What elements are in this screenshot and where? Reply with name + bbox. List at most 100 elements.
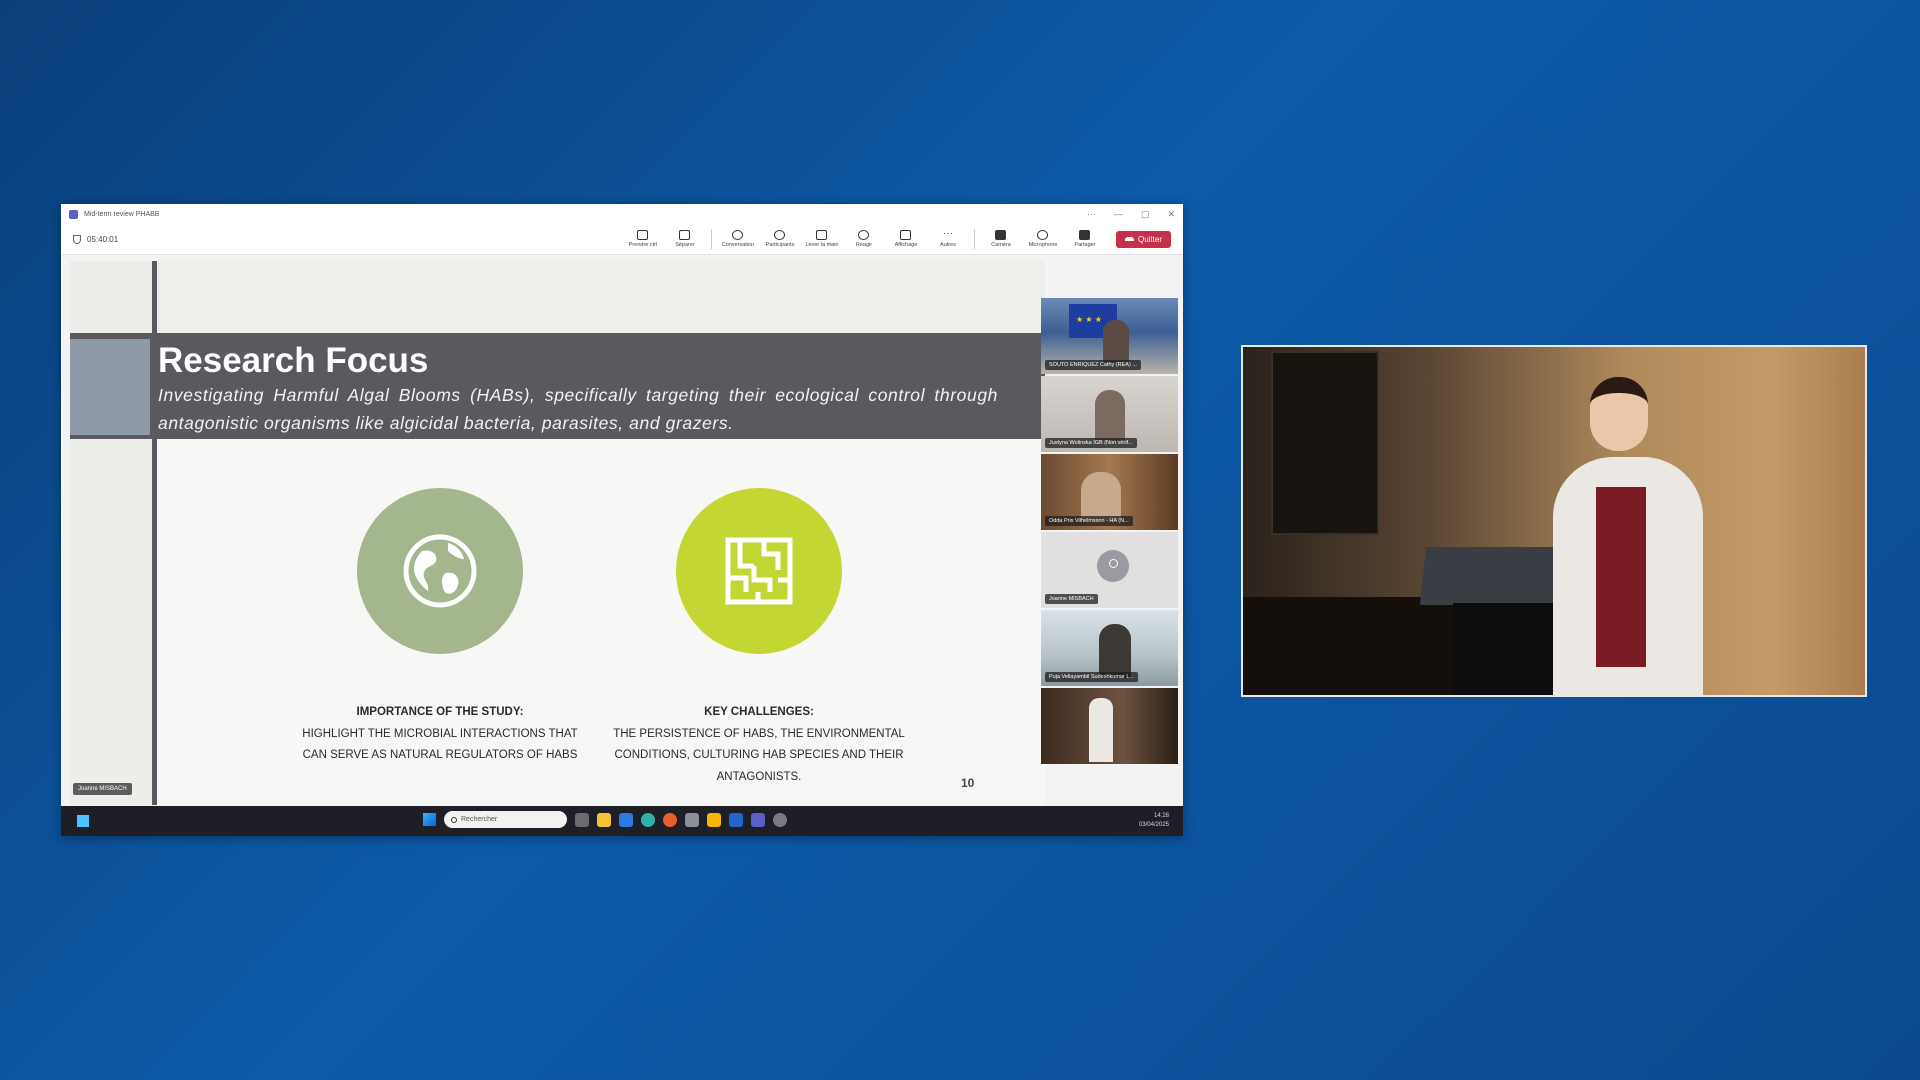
file-explorer-icon[interactable] [597, 812, 611, 827]
slide-top-area [157, 261, 1045, 333]
more-button[interactable]: ··· Autres [929, 225, 967, 253]
challenges-section: KEY CHALLENGES: THE PERSISTENCE OF HABS,… [609, 702, 909, 788]
participant-tile[interactable]: Justyna Wolinska IGB (Non vérif... [1041, 376, 1178, 452]
tool-label: Caméra [991, 242, 1011, 248]
chat-button[interactable]: Conversation [719, 225, 757, 253]
firefox-icon[interactable] [663, 812, 677, 827]
clock-date: 03/04/2025 [1138, 822, 1169, 828]
speaker-head [1590, 377, 1648, 451]
participants-button[interactable]: Participants [761, 225, 799, 253]
camera-icon [995, 230, 1007, 240]
tool-label: Partager [1074, 242, 1096, 248]
importance-body: HIGHLIGHT THE MICROBIAL INTERACTIONS THA… [302, 727, 578, 762]
search-placeholder: Rechercher [461, 816, 498, 823]
participant-video [1095, 390, 1125, 440]
participant-name: Joanne MISBACH [1045, 594, 1098, 604]
maze-icon [725, 537, 793, 605]
participant-tile[interactable] [1041, 688, 1178, 764]
band-accent-square [70, 339, 150, 435]
camera-button[interactable]: Caméra [982, 225, 1020, 253]
more-icon: ··· [942, 228, 953, 239]
system-clock[interactable]: 14:28 03/04/2025 [1139, 812, 1169, 830]
participant-tile[interactable]: SOUTO ENRIQUEZ Cathy (REA) ... [1041, 298, 1178, 374]
view-button[interactable]: Affichage [887, 225, 925, 253]
toolbar-divider [973, 229, 975, 249]
settings-icon[interactable] [773, 812, 787, 827]
task-view-icon[interactable] [575, 812, 589, 827]
person-icon [1108, 558, 1118, 568]
participant-video [1099, 624, 1131, 678]
search-icon [451, 816, 457, 823]
taskbar-apps: Rechercher [423, 811, 787, 828]
participant-name: SOUTO ENRIQUEZ Cathy (REA) ... [1045, 360, 1141, 370]
toolbar-divider [710, 229, 712, 249]
timer-value: 05:40:01 [87, 234, 119, 244]
teams-meeting-window: Mid-term review PHABB ··· — ▢ ✕ 05:40:01… [61, 204, 1183, 836]
clock-time: 14:28 [1153, 813, 1169, 819]
outlook-icon[interactable] [729, 812, 743, 827]
speaker-shirt [1596, 487, 1646, 667]
chat-icon [732, 230, 744, 240]
windows-taskbar: Rechercher 14:28 03/04/2025 [61, 806, 1183, 836]
window-more-button[interactable]: ··· [1087, 209, 1096, 220]
window-controls: ··· — ▢ ✕ [1087, 209, 1175, 220]
tool-label: Affichage [894, 242, 918, 248]
camera-app-icon[interactable] [685, 812, 699, 827]
widgets-icon[interactable] [77, 815, 89, 827]
security-icon[interactable] [619, 812, 633, 827]
teams-logo-icon [69, 209, 78, 219]
microphone-icon [1037, 230, 1049, 240]
avatar [1097, 550, 1129, 582]
globe-icon [403, 534, 477, 608]
meeting-timer: 05:40:01 [73, 234, 119, 244]
people-icon [774, 230, 786, 240]
participant-video [1103, 320, 1129, 362]
shared-slide: Research Focus Investigating Harmful Alg… [70, 261, 1045, 805]
slide-page-number: 10 [961, 776, 975, 790]
tool-label: Participants [765, 242, 795, 248]
globe-circle [357, 488, 523, 654]
maximize-button[interactable]: ▢ [1141, 209, 1150, 220]
minimize-button[interactable]: — [1114, 209, 1123, 220]
teams-icon[interactable] [751, 812, 765, 827]
participant-video [1089, 698, 1113, 762]
raise-hand-icon [816, 230, 828, 240]
meeting-controls-bar: 05:40:01 Prendre ctrl Séparer Conversati… [61, 224, 1183, 255]
meeting-toolbar: Prendre ctrl Séparer Conversation Partic… [624, 225, 1171, 253]
edge-browser-icon[interactable] [641, 812, 655, 827]
close-button[interactable]: ✕ [1167, 209, 1175, 220]
participant-tile[interactable]: Odda Prix Vilhelmsson - HA (N... [1041, 454, 1178, 530]
taskbar-search[interactable]: Rechercher [444, 811, 567, 828]
presenter-name-tag: Joanne MISBACH [73, 783, 132, 795]
react-icon [858, 230, 870, 240]
importance-section: IMPORTANCE OF THE STUDY: HIGHLIGHT THE M… [290, 702, 590, 767]
raise-hand-button[interactable]: Lever la main [803, 225, 841, 253]
tool-label: Séparer [675, 242, 695, 248]
leave-label: Quitter [1137, 234, 1162, 244]
participant-name: Puja Vellayambil Sudeshkumar L... [1045, 672, 1138, 682]
tool-label: Prendre ctrl [628, 242, 658, 248]
participant-gallery: SOUTO ENRIQUEZ Cathy (REA) ... Justyna W… [1041, 298, 1179, 766]
view-icon [900, 230, 912, 240]
tool-label: Conversation [721, 242, 755, 248]
start-menu-icon[interactable] [423, 813, 436, 826]
participant-tile[interactable]: Joanne MISBACH [1041, 532, 1178, 608]
microphone-button[interactable]: Microphone [1024, 225, 1062, 253]
share-button[interactable]: Partager [1066, 225, 1104, 253]
tool-label: Autres [940, 242, 956, 248]
challenges-body: THE PERSISTENCE OF HABS, THE ENVIRONMENT… [613, 727, 905, 783]
hang-up-icon [1124, 237, 1134, 241]
pop-out-button[interactable]: Séparer [666, 225, 704, 253]
participant-name: Odda Prix Vilhelmsson - HA (N... [1045, 516, 1133, 526]
importance-heading: IMPORTANCE OF THE STUDY: [356, 706, 524, 718]
app-icon[interactable] [707, 812, 721, 827]
leave-meeting-button[interactable]: Quitter [1115, 230, 1171, 248]
slide-title-band: Research Focus Investigating Harmful Alg… [70, 333, 1045, 439]
challenges-heading: KEY CHALLENGES: [704, 706, 814, 718]
pop-out-icon [679, 230, 691, 240]
react-button[interactable]: Réagir [845, 225, 883, 253]
take-control-button[interactable]: Prendre ctrl [624, 225, 662, 253]
participant-tile[interactable]: Puja Vellayambil Sudeshkumar L... [1041, 610, 1178, 686]
window-title: Mid-term review PHABB [84, 210, 160, 218]
background-door [1271, 351, 1379, 535]
